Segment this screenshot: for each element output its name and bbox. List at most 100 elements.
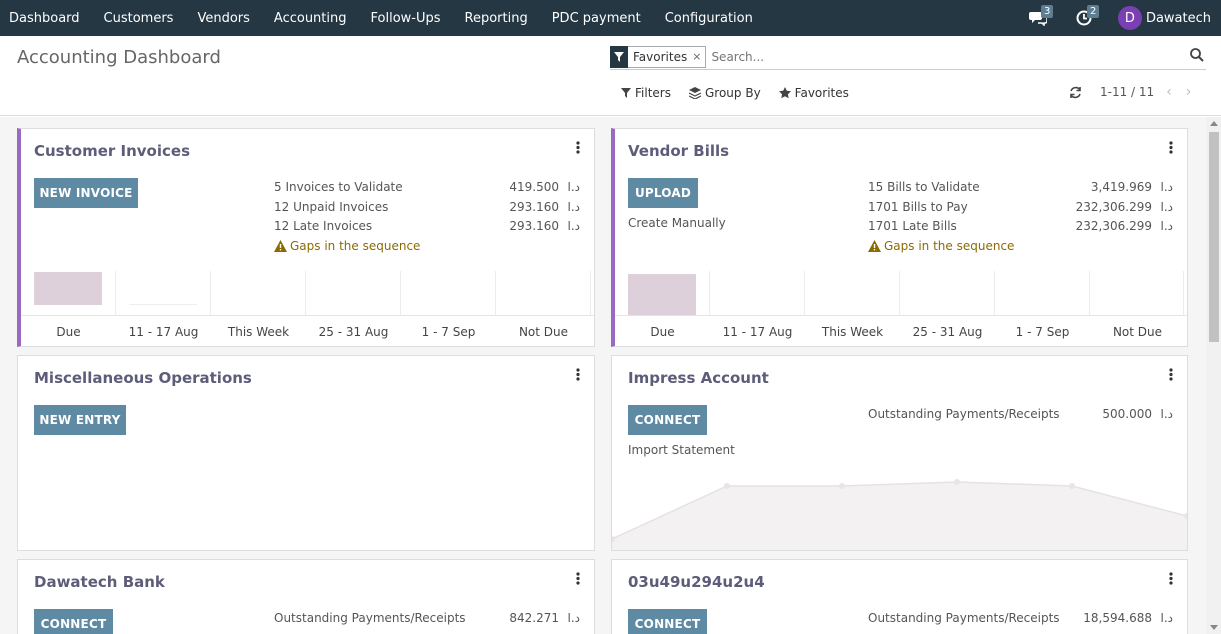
- upload-button[interactable]: UPLOAD: [628, 178, 698, 208]
- graph-label: 25 - 31 Aug: [318, 325, 389, 339]
- balance-line-graph: [612, 479, 1187, 550]
- layers-icon: [688, 87, 701, 99]
- graph-label: Due: [56, 325, 81, 339]
- menu-item-dashboard[interactable]: Dashboard: [0, 0, 92, 36]
- menu-item-customers[interactable]: Customers: [92, 0, 186, 36]
- search-bar: Favorites ×: [610, 44, 1206, 70]
- graph-label: 1 - 7 Sep: [421, 325, 476, 339]
- menu-item-reporting[interactable]: Reporting: [453, 0, 540, 36]
- connect-button[interactable]: CONNECT: [34, 609, 113, 634]
- card-dawatech-bank: Dawatech Bank CONNECT Outstanding Paymen…: [17, 559, 595, 634]
- stat-late-invoices[interactable]: 12 Late Invoices: [274, 219, 372, 233]
- activities-count-badge: 2: [1086, 5, 1100, 18]
- stat-amount: 232,306.299: [1075, 200, 1152, 214]
- menu-item-configuration[interactable]: Configuration: [653, 0, 765, 36]
- graph-label: 11 - 17 Aug: [128, 325, 199, 339]
- scroll-down-arrow-icon[interactable]: [1210, 625, 1218, 630]
- graph-divider: [400, 271, 401, 315]
- card-miscellaneous-operations: Miscellaneous Operations NEW ENTRY: [17, 355, 595, 551]
- graph-divider: [994, 271, 995, 315]
- search-facet-favorites: Favorites ×: [610, 45, 707, 68]
- warning-text: Gaps in the sequence: [884, 239, 1015, 253]
- card-title[interactable]: Miscellaneous Operations: [34, 369, 252, 387]
- favorites-button[interactable]: Favorites: [778, 86, 849, 100]
- group-by-button[interactable]: Group By: [688, 86, 761, 100]
- outstanding-payments-label[interactable]: Outstanding Payments/Receipts: [868, 407, 1060, 421]
- activities-button[interactable]: 2: [1072, 5, 1100, 30]
- filters-button[interactable]: Filters: [621, 86, 671, 100]
- graph-divider: [1089, 271, 1090, 315]
- kebab-menu-icon[interactable]: [576, 141, 580, 154]
- currency-symbol: د.ا: [1160, 611, 1174, 625]
- kebab-menu-icon[interactable]: [1169, 572, 1173, 585]
- kebab-menu-icon[interactable]: [576, 572, 580, 585]
- scroll-up-arrow-icon[interactable]: [1210, 121, 1218, 126]
- pager-previous-icon[interactable]: ‹: [1166, 84, 1172, 100]
- avatar: D: [1117, 6, 1142, 30]
- page-title: Accounting Dashboard: [17, 47, 221, 68]
- outstanding-amount: 500.000: [1102, 407, 1152, 421]
- outstanding-amount: 18,594.688: [1083, 611, 1152, 625]
- user-name: Dawatech: [1145, 10, 1211, 26]
- outstanding-payments-label[interactable]: Outstanding Payments/Receipts: [274, 611, 466, 625]
- graph-bar-11-17-aug[interactable]: [129, 304, 197, 305]
- graph-label: 1 - 7 Sep: [1015, 325, 1070, 339]
- messages-button[interactable]: 3: [1026, 5, 1054, 30]
- menu-item-vendors[interactable]: Vendors: [185, 0, 261, 36]
- card-title[interactable]: Impress Account: [628, 369, 769, 387]
- vertical-scrollbar[interactable]: [1206, 117, 1221, 634]
- menu-item-pdc-payment[interactable]: PDC payment: [540, 0, 653, 36]
- currency-symbol: د.ا: [567, 200, 581, 214]
- search-icon[interactable]: [1190, 48, 1204, 66]
- new-invoice-button[interactable]: NEW INVOICE: [34, 178, 138, 208]
- kebab-menu-icon[interactable]: [1169, 368, 1173, 381]
- aging-bar-graph: Due 11 - 17 Aug This Week 25 - 31 Aug 1 …: [615, 271, 1187, 347]
- card-title[interactable]: Dawatech Bank: [34, 573, 165, 591]
- import-statement-link[interactable]: Import Statement: [628, 443, 735, 457]
- graph-divider: [804, 271, 805, 315]
- sequence-gaps-warning[interactable]: Gaps in the sequence: [868, 239, 1014, 253]
- stat-unpaid-invoices[interactable]: 12 Unpaid Invoices: [274, 200, 388, 214]
- refresh-icon[interactable]: [1069, 86, 1082, 99]
- graph-label: This Week: [227, 325, 290, 339]
- facet-remove-icon[interactable]: ×: [692, 50, 705, 63]
- favorites-label: Favorites: [794, 86, 849, 100]
- aging-bar-graph: Due 11 - 17 Aug This Week 25 - 31 Aug 1 …: [21, 271, 594, 347]
- card-title[interactable]: Customer Invoices: [34, 142, 190, 160]
- search-input[interactable]: [711, 49, 1172, 64]
- graph-bar-due[interactable]: [34, 272, 102, 305]
- graph-divider: [210, 271, 211, 315]
- sequence-gaps-warning[interactable]: Gaps in the sequence: [274, 239, 420, 253]
- kebab-menu-icon[interactable]: [1169, 141, 1173, 154]
- connect-button[interactable]: CONNECT: [628, 609, 707, 634]
- stat-bills-to-validate[interactable]: 15 Bills to Validate: [868, 180, 980, 194]
- menu-item-accounting[interactable]: Accounting: [262, 0, 359, 36]
- currency-symbol: د.ا: [567, 219, 581, 233]
- pager-next-icon[interactable]: ›: [1186, 84, 1192, 100]
- create-manually-link[interactable]: Create Manually: [628, 216, 726, 230]
- graph-baseline: [615, 315, 1187, 316]
- facet-label: Favorites: [633, 49, 688, 64]
- connect-button[interactable]: CONNECT: [628, 405, 707, 435]
- currency-symbol: د.ا: [1160, 180, 1174, 194]
- pager-value[interactable]: 1-11 / 11: [1100, 85, 1154, 99]
- graph-divider: [115, 271, 116, 315]
- stat-invoices-to-validate[interactable]: 5 Invoices to Validate: [274, 180, 403, 194]
- graph-bar-due[interactable]: [628, 274, 696, 315]
- currency-symbol: د.ا: [1160, 407, 1174, 421]
- card-title[interactable]: Vendor Bills: [628, 142, 729, 160]
- kebab-menu-icon[interactable]: [576, 368, 580, 381]
- outstanding-payments-label[interactable]: Outstanding Payments/Receipts: [868, 611, 1060, 625]
- stat-bills-to-pay[interactable]: 1701 Bills to Pay: [868, 200, 968, 214]
- menu-item-follow-ups[interactable]: Follow-Ups: [359, 0, 453, 36]
- scrollbar-thumb[interactable]: [1209, 132, 1219, 342]
- graph-label: 25 - 31 Aug: [912, 325, 983, 339]
- stat-late-bills[interactable]: 1701 Late Bills: [868, 219, 957, 233]
- card-title[interactable]: 03u49u294u2u4: [628, 573, 765, 591]
- new-entry-button[interactable]: NEW ENTRY: [34, 405, 126, 435]
- currency-symbol: د.ا: [567, 611, 581, 625]
- messages-count-badge: 3: [1040, 5, 1054, 18]
- graph-divider: [495, 271, 496, 315]
- user-menu[interactable]: D Dawatech: [1117, 6, 1211, 30]
- stat-amount: 232,306.299: [1075, 219, 1152, 233]
